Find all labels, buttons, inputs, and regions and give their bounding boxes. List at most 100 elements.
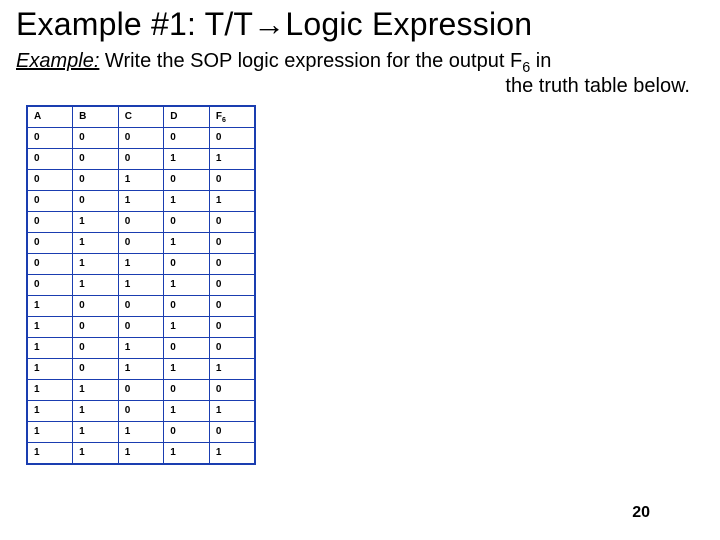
table-row: 01110	[27, 275, 255, 296]
table-row: 11000	[27, 380, 255, 401]
slide-title: Example #1: T/T→Logic Expression	[16, 6, 704, 43]
table-cell: 1	[118, 443, 164, 465]
table-cell: 1	[164, 401, 210, 422]
table-cell: 0	[164, 380, 210, 401]
table-cell: 0	[209, 275, 255, 296]
table-cell: 0	[73, 359, 119, 380]
table-row: 01010	[27, 233, 255, 254]
table-cell: 0	[209, 254, 255, 275]
table-row: 10100	[27, 338, 255, 359]
table-row: 00000	[27, 128, 255, 149]
table-cell: 0	[164, 338, 210, 359]
table-cell: 1	[73, 380, 119, 401]
col-header: D	[164, 106, 210, 128]
table-cell: 0	[164, 170, 210, 191]
table-cell: 1	[73, 254, 119, 275]
table-cell: 1	[118, 338, 164, 359]
table-cell: 0	[73, 191, 119, 212]
table-cell: 1	[73, 212, 119, 233]
table-cell: 1	[164, 443, 210, 465]
table-cell: 1	[118, 359, 164, 380]
table-row: 01000	[27, 212, 255, 233]
table-cell: 1	[164, 359, 210, 380]
table-cell: 0	[118, 401, 164, 422]
table-cell: 0	[27, 275, 73, 296]
table-cell: 1	[27, 338, 73, 359]
table-cell: 0	[164, 212, 210, 233]
table-cell: 1	[73, 422, 119, 443]
table-cell: 0	[73, 128, 119, 149]
table-cell: 0	[118, 380, 164, 401]
table-cell: 0	[209, 128, 255, 149]
table-cell: 1	[118, 254, 164, 275]
table-cell: 1	[118, 191, 164, 212]
table-cell: 0	[118, 128, 164, 149]
table-row: 00111	[27, 191, 255, 212]
table-cell: 0	[164, 128, 210, 149]
table-cell: 0	[164, 296, 210, 317]
table-cell: 1	[73, 401, 119, 422]
table-row: 10111	[27, 359, 255, 380]
col-header: C	[118, 106, 164, 128]
table-cell: 1	[27, 443, 73, 465]
table-cell: 1	[27, 422, 73, 443]
col-header: F6	[209, 106, 255, 128]
table-cell: 0	[209, 170, 255, 191]
subtitle-line2: the truth table below.	[16, 74, 704, 99]
table-cell: 1	[209, 443, 255, 465]
table-row: 11111	[27, 443, 255, 465]
table-cell: 0	[73, 149, 119, 170]
subtitle-text-1: Write the SOP logic expression for the o…	[99, 50, 522, 72]
table-cell: 1	[27, 317, 73, 338]
table-cell: 0	[164, 254, 210, 275]
table-cell: 0	[27, 170, 73, 191]
table-cell: 0	[118, 317, 164, 338]
col-header: B	[73, 106, 119, 128]
table-cell: 0	[27, 191, 73, 212]
truth-table: A B C D F6 00000000110010000111010000101…	[26, 105, 256, 465]
table-cell: 1	[73, 233, 119, 254]
table-cell: 1	[73, 275, 119, 296]
table-cell: 1	[27, 359, 73, 380]
table-row: 10000	[27, 296, 255, 317]
table-cell: 0	[73, 317, 119, 338]
table-cell: 0	[27, 233, 73, 254]
table-cell: 0	[209, 296, 255, 317]
slide-subtitle: Example: Write the SOP logic expression …	[16, 49, 704, 99]
subtitle-lead: Example:	[16, 50, 99, 72]
table-cell: 0	[118, 233, 164, 254]
table-cell: 1	[73, 443, 119, 465]
table-cell: 1	[27, 401, 73, 422]
col-header: A	[27, 106, 73, 128]
table-body: 0000000011001000011101000010100110001110…	[27, 128, 255, 465]
table-cell: 0	[209, 212, 255, 233]
table-cell: 1	[27, 380, 73, 401]
table-row: 10010	[27, 317, 255, 338]
table-cell: 1	[209, 149, 255, 170]
table-cell: 1	[118, 275, 164, 296]
table-cell: 0	[73, 296, 119, 317]
table-cell: 1	[164, 275, 210, 296]
table-cell: 0	[209, 338, 255, 359]
table-cell: 0	[118, 212, 164, 233]
table-cell: 0	[118, 149, 164, 170]
table-cell: 0	[209, 380, 255, 401]
table-cell: 1	[27, 296, 73, 317]
subtitle-text-2: in	[530, 50, 551, 72]
table-cell: 0	[27, 128, 73, 149]
table-cell: 1	[164, 191, 210, 212]
page-number: 20	[632, 504, 650, 522]
table-row: 00011	[27, 149, 255, 170]
table-row: 00100	[27, 170, 255, 191]
table-row: 11011	[27, 401, 255, 422]
table-cell: 1	[118, 422, 164, 443]
table-header-row: A B C D F6	[27, 106, 255, 128]
table-row: 01100	[27, 254, 255, 275]
table-cell: 0	[164, 422, 210, 443]
table-cell: 0	[209, 233, 255, 254]
table-cell: 0	[209, 317, 255, 338]
table-cell: 0	[27, 254, 73, 275]
table-cell: 1	[164, 317, 210, 338]
table-cell: 1	[209, 401, 255, 422]
table-cell: 1	[164, 149, 210, 170]
